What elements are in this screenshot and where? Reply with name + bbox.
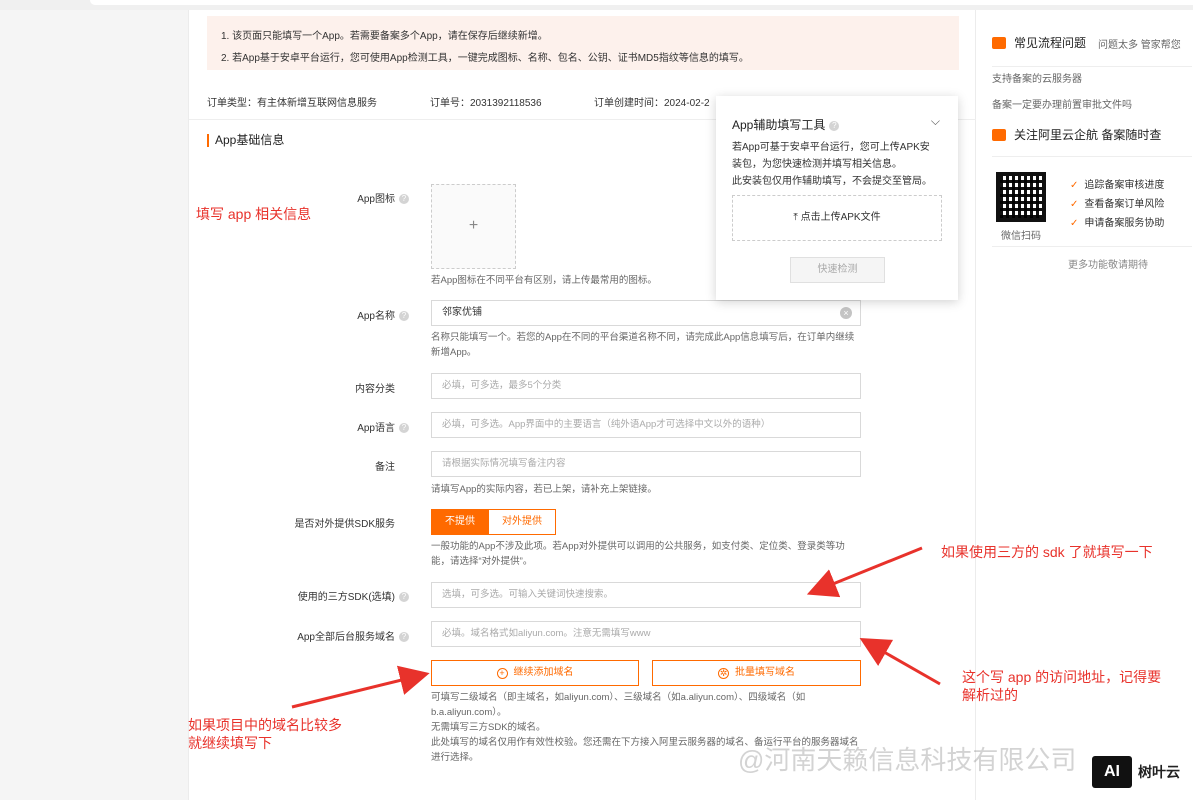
follow-title: 关注阿里云企航 备案随时查 [992,126,1161,143]
watermark: @河南天籁信息科技有限公司 [738,745,1077,775]
domain-label: App全部后台服务域名? [297,628,409,643]
gear-icon: ✲ [718,668,729,679]
help-icon[interactable]: ? [399,423,409,434]
third-sdk-select[interactable]: 选填，可多选。可输入关键词快速搜索。 [431,582,861,608]
sdk-no-option[interactable]: 不提供 [431,509,489,535]
check-icon: ✓ [1070,180,1079,191]
order-created-time: 订单创建时间：2024-02-2 [594,98,710,109]
batch-domain-button[interactable]: ✲ 批量填写域名 [652,660,861,686]
brand-logo: AI 树叶云 [1092,756,1180,788]
notice-box: 1. 该页面只能填写一个App。若需要备案多个App，请在保存后继续新增。 2.… [207,16,959,70]
app-language-select[interactable]: 必填，可多选。App界面中的主要语言（纯外语App才可选择中文以外的语种） [431,412,861,438]
app-name-input[interactable]: 邻家优铺 × [431,300,861,326]
help-icon[interactable]: ? [829,120,840,131]
qr-caption: 微信扫码 [1001,231,1041,242]
popover-title: App辅助填写工具? [732,116,942,133]
help-icon[interactable]: ? [399,311,409,322]
app-icon-label: App图标? [357,190,409,205]
domain-input[interactable]: 必填。域名格式如aliyun.com。注意无需填写www [431,621,861,647]
check-icon: ✓ [1070,218,1079,229]
check-icon: ✓ [1070,199,1079,210]
add-domain-label: 继续添加域名 [513,667,574,678]
third-sdk-label: 使用的三方SDK(选填)? [298,588,409,603]
upload-icon: ⤒ [793,212,801,223]
sdk-service-toggle: 不提供 对外提供 [431,509,556,535]
remark-label: 备注 [375,462,395,473]
domain-help-1: 可填写二级域名（即主域名，如aliyun.com）、三级域名（如a.aliyun… [431,692,806,718]
quick-detect-button[interactable]: 快速检测 [790,257,885,283]
remark-help: 请填写App的实际内容，若已上架，请补充上架链接。 [431,484,657,495]
faq-title: 常见流程问题 [992,34,1086,51]
sdk-service-label: 是否对外提供SDK服务 [294,519,395,530]
app-name-label: App名称? [357,307,409,322]
domain-help-2: 无需填写三方SDK的域名。 [431,722,546,733]
add-domain-button[interactable]: + 继续添加域名 [431,660,639,686]
annotation-domain: 这个写 app 的访问地址，记得要 解析过的 [962,669,1162,703]
content-category-label: 内容分类 [355,384,395,395]
aliyun-logo-icon [992,129,1006,141]
plus-circle-icon: + [496,668,508,679]
faq-link-preapproval[interactable]: 备案一定要办理前置审批文件吗 [992,96,1132,111]
top-strip [0,0,1193,10]
annotation-app-info: 填写 app 相关信息 [196,206,312,222]
apk-upload-label: 点击上传APK文件 [800,212,881,223]
chat-icon [992,37,1006,49]
order-type: 订单类型：有主体新增互联网信息服务 [207,98,377,109]
app-language-label: App语言? [357,419,409,434]
popover-desc: 若App可基于安卓平台运行，您可上传APK安 装包，为您快速检测并填写相关信息。… [732,142,932,187]
check-item-3: ✓ 申请备案服务协助 [1070,218,1165,229]
app-name-help: 名称只能填写一个。若您的App在不同的平台渠道名称不同，请完成此App信息填写后… [431,332,855,358]
brand-ai-icon: AI [1092,756,1132,788]
order-number: 订单号：2031392118536 [430,98,542,109]
brand-name: 树叶云 [1138,764,1180,780]
app-name-value: 邻家优铺 [442,307,482,318]
annotation-more-domains: 如果项目中的域名比较多 就继续填写下 [188,717,342,751]
notice-line-2: 2. 若App基于安卓平台运行，您可使用App检测工具，一键完成图标、名称、包名… [221,53,749,64]
annotation-sdk: 如果使用三方的 sdk 了就填写一下 [941,544,1153,560]
check-item-1: ✓ 追踪备案审核进度 [1070,180,1165,191]
faq-link-servers[interactable]: 支持备案的云服务器 [992,70,1082,85]
remark-input[interactable]: 请根据实际情况填写备注内容 [431,451,861,477]
help-icon[interactable]: ? [399,632,409,643]
notice-line-1: 1. 该页面只能填写一个App。若需要备案多个App，请在保存后继续新增。 [221,31,548,42]
section-title: App基础信息 [207,134,284,147]
faq-more-link[interactable]: 问题太多 管家帮您 [1098,36,1181,51]
batch-domain-label: 批量填写域名 [735,667,795,678]
content-category-select[interactable]: 必填，可多选，最多5个分类 [431,373,861,399]
chevron-down-icon[interactable]: ⌵ [931,114,940,129]
app-helper-popover: App辅助填写工具? ⌵ 若App可基于安卓平台运行，您可上传APK安 装包，为… [716,96,958,300]
clear-icon[interactable]: × [840,307,852,319]
help-icon[interactable]: ? [399,194,409,205]
more-features-text: 更多功能敬请期待 [1068,260,1148,271]
help-icon[interactable]: ? [399,592,409,603]
sdk-service-help: 一般功能的App不涉及此项。若App对外提供可以调用的公共服务，如支付类、定位类… [431,541,845,567]
check-item-2: ✓ 查看备案订单风险 [1070,199,1165,210]
app-icon-upload[interactable]: + [431,184,516,269]
sdk-yes-option[interactable]: 对外提供 [489,509,556,535]
qr-code [996,172,1046,222]
apk-upload-area[interactable]: ⤒ 点击上传APK文件 [732,195,942,241]
